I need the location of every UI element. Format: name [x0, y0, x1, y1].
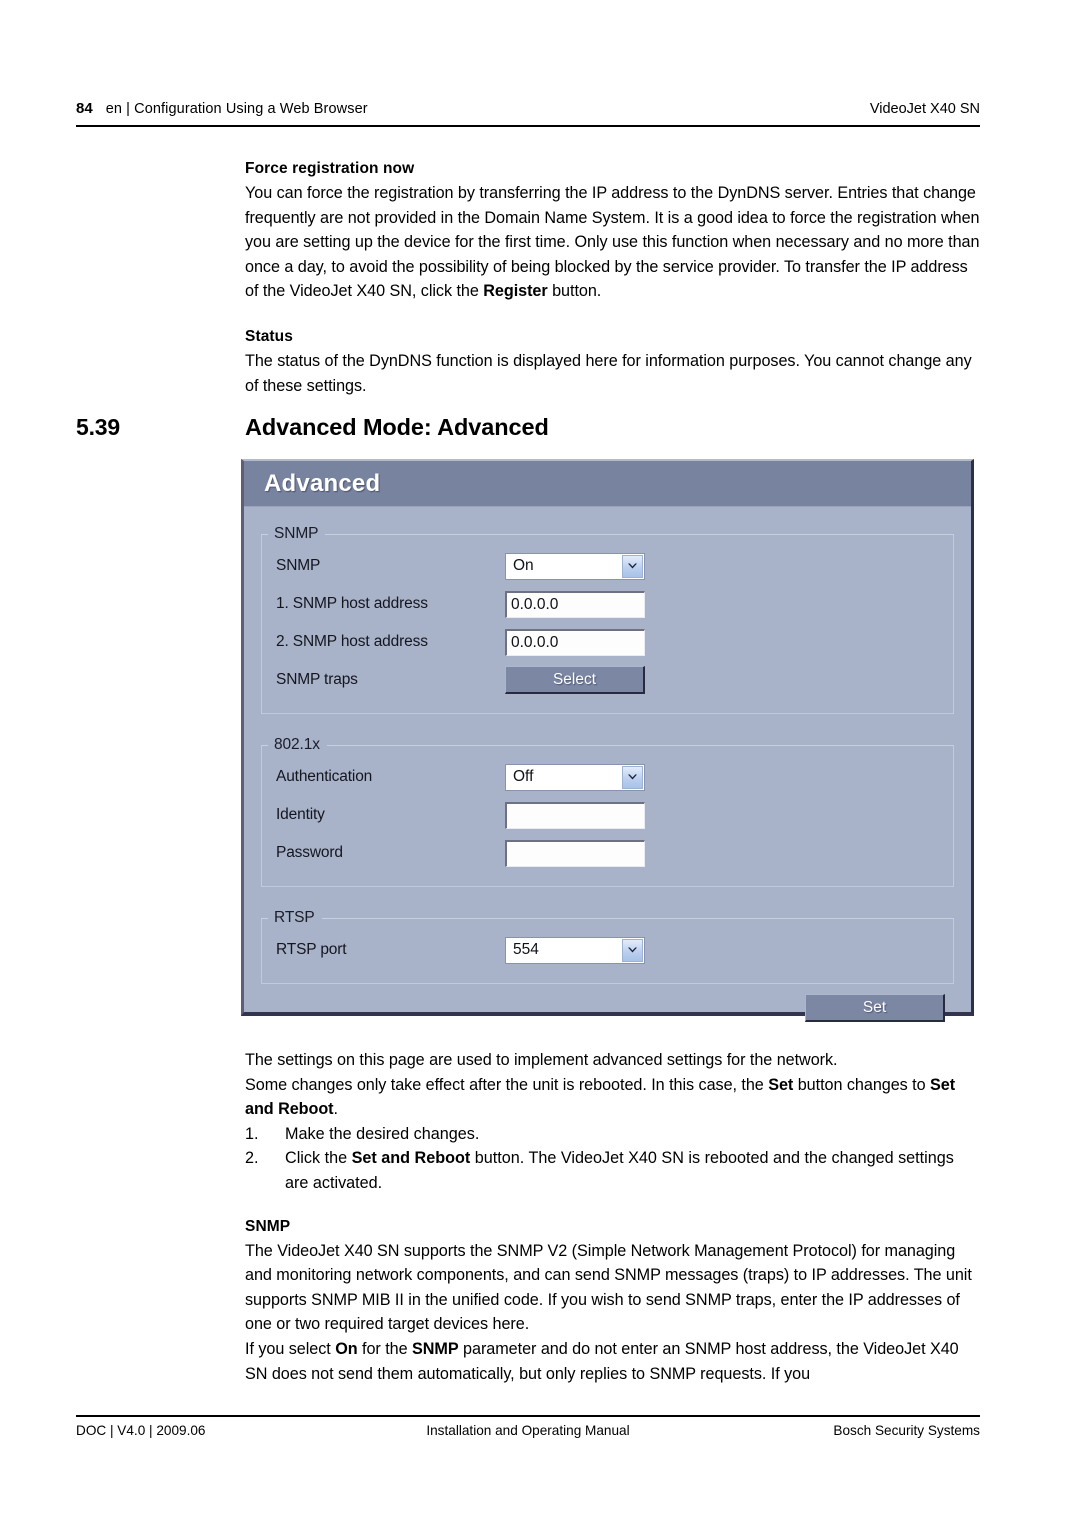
- select-snmp[interactable]: On: [505, 552, 645, 580]
- step-number: 2.: [245, 1149, 259, 1168]
- footer-company: Bosch Security Systems: [833, 1423, 980, 1438]
- label-snmp: SNMP: [276, 557, 321, 574]
- group-8021x-legend: 802.1x: [274, 736, 320, 753]
- reboot-text-b: button changes to: [793, 1075, 931, 1094]
- row-snmp-host-2: 2. SNMP host address 0.0.0.0: [262, 623, 953, 661]
- header-divider: [76, 125, 980, 127]
- row-password: Password: [262, 834, 953, 872]
- header-chapter: en | Configuration Using a Web Browser: [105, 101, 368, 117]
- snmp-paragraph-2: If you select On for the SNMP parameter …: [245, 1337, 980, 1386]
- list-item: 1. Make the desired changes.: [245, 1122, 980, 1147]
- group-snmp: SNMP SNMP On 1. SNMP host address 0.0.0.…: [261, 525, 954, 714]
- label-snmp-host-1: 1. SNMP host address: [276, 595, 428, 612]
- row-snmp: SNMP On: [262, 547, 953, 585]
- screenshot-body: SNMP SNMP On 1. SNMP host address 0.0.0.…: [244, 507, 971, 1022]
- footer-divider: [76, 1415, 980, 1417]
- group-8021x: 802.1x Authentication Off Identity Passw…: [261, 736, 954, 887]
- force-registration-heading: Force registration now: [245, 160, 415, 177]
- reboot-text-c: .: [333, 1100, 339, 1119]
- reboot-text-a: Some changes only take effect after the …: [245, 1075, 769, 1094]
- step-text-a: Click the: [285, 1149, 352, 1168]
- group-rtsp-legend: RTSP: [274, 909, 315, 926]
- section-heading: 5.39 Advanced Mode: Advanced: [76, 414, 980, 441]
- row-snmp-host-1: 1. SNMP host address 0.0.0.0: [262, 585, 953, 623]
- step-bold-ref: Set and Reboot: [351, 1149, 471, 1168]
- screenshot-title: Advanced: [264, 470, 381, 497]
- step-text: Make the desired changes.: [285, 1122, 980, 1147]
- input-snmp-host-1[interactable]: 0.0.0.0: [505, 590, 645, 618]
- page-header: 84 en | Configuration Using a Web Browse…: [76, 100, 980, 117]
- snmp-param-ref: SNMP: [412, 1339, 459, 1358]
- input-identity[interactable]: [505, 801, 645, 829]
- advanced-settings-screenshot: Advanced SNMP SNMP On 1. SNMP host addre…: [241, 459, 974, 1022]
- procedure-steps: 1. Make the desired changes. 2. Click th…: [245, 1122, 980, 1196]
- label-authentication: Authentication: [276, 768, 373, 785]
- select-snmp-value: On: [513, 557, 534, 575]
- label-snmp-host-2: 2. SNMP host address: [276, 633, 428, 650]
- set-button-row: Set: [261, 994, 954, 1022]
- input-password[interactable]: [505, 839, 645, 867]
- select-rtsp-port[interactable]: 554: [505, 936, 645, 964]
- status-heading: Status: [245, 327, 293, 345]
- select-rtsp-port-value: 554: [513, 941, 539, 959]
- page-footer: DOC | V4.0 | 2009.06 Installation and Op…: [76, 1423, 980, 1438]
- step-text: Click the Set and Reboot button. The Vid…: [285, 1146, 980, 1195]
- advanced-intro-paragraph: The settings on this page are used to im…: [245, 1051, 838, 1069]
- label-rtsp-port: RTSP port: [276, 941, 347, 958]
- chevron-down-icon[interactable]: [622, 554, 643, 578]
- label-snmp-traps: SNMP traps: [276, 671, 358, 688]
- section-title: Advanced Mode: Advanced: [245, 414, 549, 440]
- register-button-ref: Register: [483, 282, 548, 301]
- label-identity: Identity: [276, 806, 325, 823]
- section-number: 5.39: [76, 414, 120, 440]
- step-text-a: Make the desired changes.: [285, 1124, 480, 1143]
- reboot-paragraph: Some changes only take effect after the …: [245, 1073, 980, 1122]
- group-rtsp: RTSP RTSP port 554: [261, 909, 954, 984]
- input-snmp-host-2[interactable]: 0.0.0.0: [505, 628, 645, 656]
- step-number: 1.: [245, 1124, 259, 1143]
- row-rtsp-port: RTSP port 554: [262, 931, 953, 969]
- row-identity: Identity: [262, 796, 953, 834]
- page-number: 84: [76, 100, 93, 117]
- select-traps-button[interactable]: Select: [505, 666, 645, 694]
- select-authentication[interactable]: Off: [505, 763, 645, 791]
- status-paragraph: The status of the DynDNS function is dis…: [245, 351, 972, 395]
- row-authentication: Authentication Off: [262, 758, 953, 796]
- snmp-text-a: If you select: [245, 1339, 336, 1358]
- set-ref: Set: [768, 1075, 794, 1094]
- select-authentication-value: Off: [513, 768, 534, 786]
- footer-manual-title: Installation and Operating Manual: [426, 1423, 630, 1438]
- snmp-heading: SNMP: [245, 1217, 291, 1235]
- footer-doc-info: DOC | V4.0 | 2009.06: [76, 1423, 206, 1438]
- screenshot-titlebar: Advanced: [244, 461, 971, 507]
- force-registration-text-end: button.: [547, 282, 602, 301]
- header-product: VideoJet X40 SN: [869, 101, 980, 117]
- set-button[interactable]: Set: [805, 994, 945, 1022]
- snmp-text-b: for the: [357, 1339, 413, 1358]
- force-registration-text: You can force the registration by transf…: [245, 184, 980, 301]
- chevron-down-icon[interactable]: [622, 938, 643, 962]
- list-item: 2. Click the Set and Reboot button. The …: [245, 1146, 980, 1195]
- force-registration-paragraph: You can force the registration by transf…: [245, 181, 980, 304]
- body-column-bottom: The settings on this page are used to im…: [245, 1048, 980, 1386]
- group-snmp-legend: SNMP: [274, 525, 319, 542]
- on-ref: On: [335, 1339, 358, 1358]
- snmp-paragraph-1: The VideoJet X40 SN supports the SNMP V2…: [245, 1241, 972, 1334]
- label-password: Password: [276, 844, 343, 861]
- body-column-top: Force registration now You can force the…: [245, 160, 980, 398]
- chevron-down-icon[interactable]: [622, 765, 643, 789]
- row-snmp-traps: SNMP traps Select: [262, 661, 953, 699]
- manual-page: 84 en | Configuration Using a Web Browse…: [0, 0, 1080, 1527]
